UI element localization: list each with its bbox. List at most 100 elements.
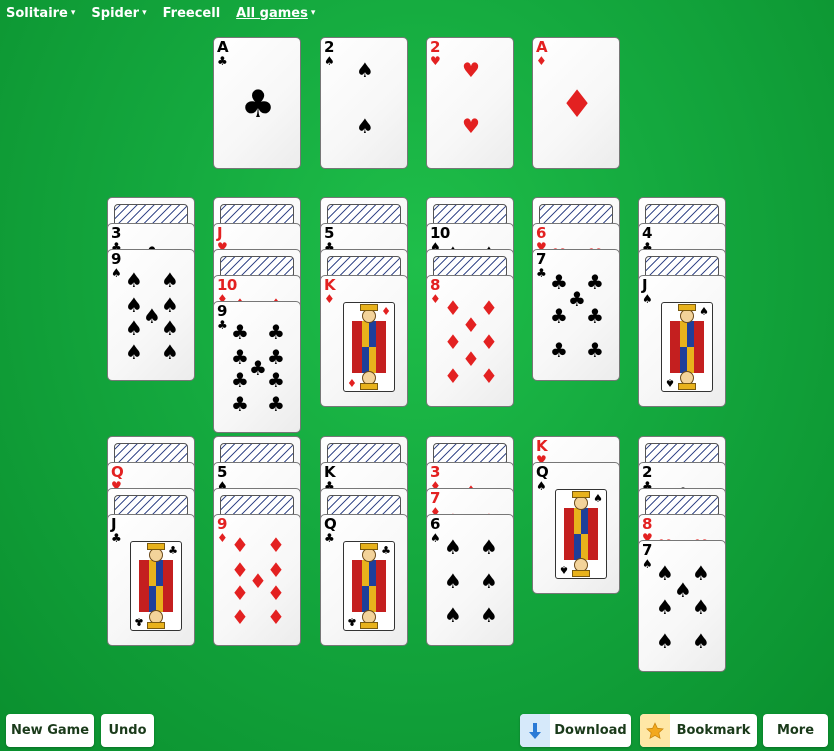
- diamond-pip-icon: ♦: [444, 330, 462, 354]
- card-j-of-clubs[interactable]: J ♣ ♣ ♣: [107, 514, 195, 646]
- club-pip-icon: ♣: [249, 356, 267, 380]
- nav-spider[interactable]: Spider ▾: [91, 6, 146, 21]
- card-k-of-diamonds[interactable]: K ♦ ♦ ♦: [320, 275, 408, 407]
- club-pip-icon: ♣: [231, 368, 249, 392]
- card-rank: 7: [430, 489, 440, 507]
- spade-suit-icon: ♠: [642, 292, 653, 306]
- club-pip-icon: ♣: [231, 345, 249, 369]
- card-rank: 10: [217, 276, 237, 294]
- nav-all-games[interactable]: All games ▾: [236, 6, 315, 21]
- card-2-of-spades[interactable]: 2 ♠ ♠ ♠: [320, 37, 408, 169]
- diamond-pip-icon: ♦: [444, 296, 462, 320]
- court-figure-image: ♠ ♠: [555, 489, 607, 579]
- club-pip-icon: ♣: [267, 392, 285, 416]
- card-rank: 9: [111, 250, 121, 268]
- diamond-pip-icon: ♦: [559, 82, 595, 126]
- spade-pip-icon: ♠: [692, 629, 710, 653]
- club-pip-icon: ♣: [550, 338, 568, 362]
- card-j-of-spades[interactable]: J ♠ ♠ ♠: [638, 275, 726, 407]
- spade-pip-icon: ♠: [480, 535, 498, 559]
- card-rank: 8: [642, 515, 652, 533]
- card-2-of-hearts[interactable]: 2 ♥ ♥ ♥: [426, 37, 514, 169]
- card-rank: 7: [536, 250, 546, 268]
- club-pip-icon: ♣: [586, 304, 604, 328]
- card-9-of-clubs[interactable]: 9 ♣ ♣ ♣ ♣ ♣ ♣ ♣ ♣ ♣ ♣: [213, 301, 301, 433]
- spade-pip-icon: ♠: [444, 603, 462, 627]
- club-suit-icon: ♣: [217, 318, 228, 332]
- court-figure-image: ♦ ♦: [343, 302, 395, 392]
- card-rank: 3: [111, 224, 121, 242]
- spade-suit-icon: ♠: [111, 266, 122, 280]
- card-q-of-clubs[interactable]: Q ♣ ♣ ♣: [320, 514, 408, 646]
- card-7-of-clubs[interactable]: 7 ♣ ♣ ♣ ♣ ♣ ♣ ♣ ♣: [532, 249, 620, 381]
- more-button[interactable]: More: [763, 714, 828, 747]
- nav-solitaire[interactable]: Solitaire ▾: [6, 6, 75, 21]
- chevron-down-icon: ▾: [70, 7, 76, 18]
- spade-pip-icon: ♠: [674, 578, 692, 602]
- spade-pip-icon: ♠: [692, 561, 710, 585]
- club-pip-icon: ♣: [586, 338, 604, 362]
- spade-pip-icon: ♠: [161, 293, 179, 317]
- download-button[interactable]: Download: [520, 714, 631, 747]
- card-rank: 5: [324, 224, 334, 242]
- card-8-of-diamonds[interactable]: 8 ♦ ♦ ♦ ♦ ♦ ♦ ♦ ♦ ♦: [426, 275, 514, 407]
- spade-suit-icon: ♠: [536, 479, 547, 493]
- card-a-of-clubs[interactable]: A ♣ ♣: [213, 37, 301, 169]
- diamond-pip-icon: ♦: [267, 558, 285, 582]
- nav-freecell[interactable]: Freecell: [163, 6, 221, 21]
- card-rank: Q: [324, 515, 337, 533]
- undo-label: Undo: [108, 723, 147, 738]
- spade-suit-icon: ♠: [430, 531, 441, 545]
- card-6-of-spades[interactable]: 6 ♠ ♠ ♠ ♠ ♠ ♠ ♠: [426, 514, 514, 646]
- card-7-of-spades[interactable]: 7 ♠ ♠ ♠ ♠ ♠ ♠ ♠ ♠: [638, 540, 726, 672]
- top-nav: Solitaire ▾ Spider ▾ Freecell All games …: [6, 4, 315, 22]
- spade-pip-icon: ♠: [444, 569, 462, 593]
- diamond-pip-icon: ♦: [249, 569, 267, 593]
- spade-suit-icon: ♠: [324, 54, 335, 68]
- card-rank: 7: [642, 541, 652, 559]
- chevron-down-icon: ▾: [142, 7, 147, 18]
- diamond-suit-icon: ♦: [536, 54, 547, 68]
- nav-spider-label: Spider: [91, 5, 140, 21]
- spade-pip-icon: ♠: [444, 535, 462, 559]
- card-rank: Q: [111, 463, 124, 481]
- card-rank: 3: [430, 463, 440, 481]
- spade-pip-icon: ♠: [161, 268, 179, 292]
- club-suit-icon: ♣: [111, 531, 122, 545]
- club-pip-icon: ♣: [586, 270, 604, 294]
- spade-suit-icon: ♠: [642, 557, 653, 571]
- new-game-button[interactable]: New Game: [6, 714, 94, 747]
- diamond-pip-icon: ♦: [267, 581, 285, 605]
- card-rank: J: [642, 276, 648, 294]
- card-rank: Q: [536, 463, 549, 481]
- chevron-down-icon: ▾: [310, 7, 316, 18]
- club-pip-icon: ♣: [550, 304, 568, 328]
- card-9-of-diamonds[interactable]: 9 ♦ ♦ ♦ ♦ ♦ ♦ ♦ ♦ ♦ ♦: [213, 514, 301, 646]
- star-icon: [640, 714, 670, 747]
- heart-pip-icon: ♥: [462, 114, 480, 138]
- diamond-pip-icon: ♦: [462, 347, 480, 371]
- club-pip-icon: ♣: [550, 270, 568, 294]
- bookmark-button[interactable]: Bookmark: [640, 714, 757, 747]
- court-figure-image: ♠ ♠: [661, 302, 713, 392]
- nav-solitaire-label: Solitaire: [6, 5, 68, 21]
- club-pip-icon: ♣: [231, 320, 249, 344]
- spade-pip-icon: ♠: [161, 316, 179, 340]
- spade-pip-icon: ♠: [125, 268, 143, 292]
- card-q-of-spades[interactable]: Q ♠ ♠ ♠: [532, 462, 620, 594]
- more-label: More: [776, 723, 815, 738]
- card-rank: K: [324, 463, 336, 481]
- court-figure-image: ♣♣: [343, 541, 395, 631]
- court-figure-image: ♣♣: [130, 541, 182, 631]
- diamond-pip-icon: ♦: [480, 296, 498, 320]
- diamond-pip-icon: ♦: [462, 313, 480, 337]
- spade-pip-icon: ♠: [656, 561, 674, 585]
- undo-button[interactable]: Undo: [101, 714, 154, 747]
- card-a-of-diamonds[interactable]: A ♦ ♦: [532, 37, 620, 169]
- nav-freecell-label: Freecell: [162, 5, 221, 21]
- card-9-of-spades[interactable]: 9 ♠ ♠ ♠ ♠ ♠ ♠ ♠ ♠ ♠ ♠: [107, 249, 195, 381]
- bookmark-label: Bookmark: [676, 723, 751, 738]
- diamond-suit-icon: ♦: [217, 531, 228, 545]
- spade-pip-icon: ♠: [656, 595, 674, 619]
- card-rank: J: [111, 515, 117, 533]
